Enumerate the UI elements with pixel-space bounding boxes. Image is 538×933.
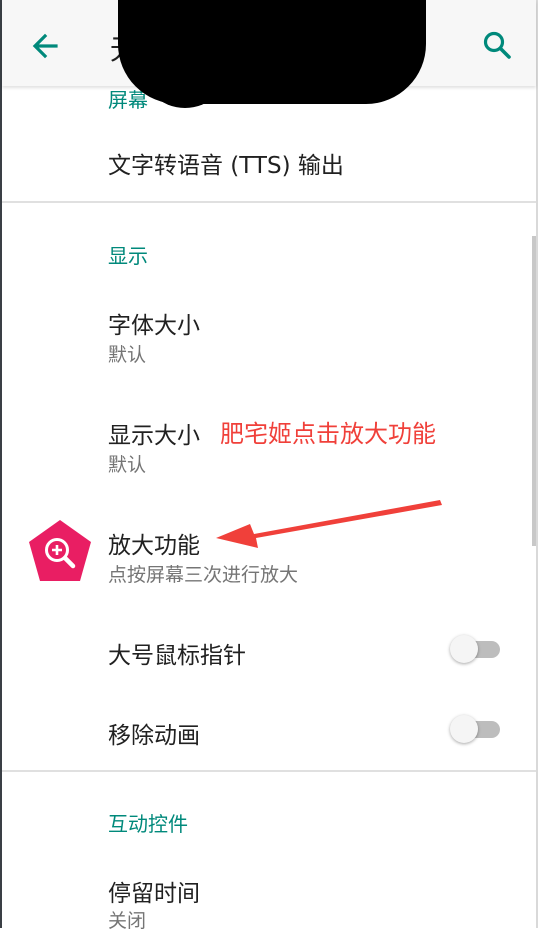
scrollbar[interactable]	[532, 236, 536, 546]
large-pointer-toggle[interactable]	[450, 632, 502, 666]
font-size-title: 字体大小	[108, 313, 200, 339]
toggle-thumb	[450, 635, 478, 663]
tts-output-title: 文字转语音 (TTS) 输出	[108, 153, 344, 179]
display-size-title: 显示大小	[108, 423, 200, 449]
large-pointer-title: 大号鼠标指针	[108, 643, 246, 669]
section-header-display: 显示	[108, 244, 148, 268]
search-button[interactable]	[476, 24, 520, 68]
section-divider	[2, 770, 536, 772]
magnification-summary: 点按屏幕三次进行放大	[108, 564, 299, 586]
arrow-back-icon	[32, 33, 58, 59]
dwell-timing-row[interactable]	[2, 854, 536, 928]
search-icon	[483, 31, 511, 59]
dwell-timing-title: 停留时间	[108, 881, 200, 907]
dwell-timing-summary: 关闭	[108, 910, 147, 932]
section-divider	[2, 201, 536, 203]
font-size-row[interactable]	[2, 286, 536, 384]
toggle-thumb	[450, 715, 478, 743]
remove-animations-title: 移除动画	[108, 723, 200, 749]
display-size-summary: 默认	[108, 454, 147, 476]
annotation-label: 肥宅姬点击放大功能	[220, 420, 436, 448]
magnification-title: 放大功能	[108, 533, 200, 559]
font-size-summary: 默认	[108, 344, 147, 366]
magnify-plus-icon	[29, 520, 91, 581]
remove-animations-toggle[interactable]	[450, 712, 502, 746]
back-button[interactable]	[24, 24, 68, 68]
section-header-interaction: 互动控件	[108, 812, 188, 836]
